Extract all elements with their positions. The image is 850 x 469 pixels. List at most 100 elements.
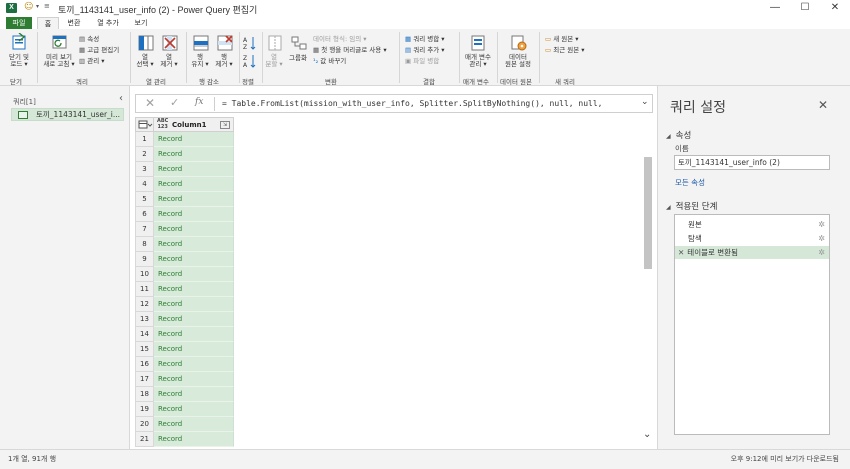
applied-step-selected[interactable]: ✕ 테이블로 변환됨 ✲ [675, 246, 829, 259]
all-properties-link[interactable]: 모든 속성 [675, 177, 705, 188]
gear-icon[interactable]: ✲ [818, 218, 825, 231]
row-number[interactable]: 7 [135, 222, 154, 237]
refresh-preview-button[interactable]: 미리 보기 새로 고침 ▾ [40, 54, 78, 68]
record-cell[interactable]: Record [154, 417, 234, 432]
minimize-button[interactable]: — [760, 0, 790, 16]
tab-file[interactable]: 파일 [6, 17, 32, 29]
scroll-down-icon[interactable]: ⌄ [643, 429, 651, 440]
row-number[interactable]: 21 [135, 432, 154, 447]
gear-icon[interactable]: ✲ [818, 232, 825, 245]
row-number[interactable]: 18 [135, 387, 154, 402]
cancel-formula-icon[interactable]: ✕ [145, 96, 155, 110]
row-number[interactable]: 10 [135, 267, 154, 282]
commit-formula-icon[interactable]: ✓ [170, 96, 179, 109]
fx-icon[interactable]: fx [195, 97, 203, 107]
close-settings-icon[interactable]: ✕ [818, 98, 828, 112]
advanced-editor-button[interactable]: ▦ 고급 편집기 [79, 46, 119, 54]
group-by-button[interactable]: 그룹화 [286, 55, 310, 62]
column-header[interactable]: ABC 123 Column1 ⇲ [154, 117, 234, 132]
remove-rows-button[interactable]: 행 제거 ▾ [212, 54, 236, 68]
record-cell[interactable]: Record [154, 357, 234, 372]
tab-view[interactable]: 보기 [130, 17, 152, 29]
applied-steps-section-header[interactable]: ◢ 적용된 단계 [666, 200, 717, 212]
record-cell[interactable]: Record [154, 312, 234, 327]
close-button[interactable]: ✕ [820, 0, 850, 16]
row-number[interactable]: 1 [135, 132, 154, 147]
query-name-input[interactable]: 토끼_1143141_user_info (2) [674, 155, 830, 170]
row-number[interactable]: 15 [135, 342, 154, 357]
record-cell[interactable]: Record [154, 132, 234, 147]
data-source-settings-button[interactable]: 데이터 원본 설정 [500, 54, 536, 68]
record-cell[interactable]: Record [154, 282, 234, 297]
expand-column-icon[interactable]: ⇲ [220, 121, 230, 129]
dropdown-arrow-icon[interactable]: ▾ [36, 3, 39, 10]
append-queries-button[interactable]: ▤ 쿼리 추가 ▾ [405, 46, 445, 54]
tab-add-column[interactable]: 열 추가 [92, 17, 124, 29]
query-list-item[interactable]: 토끼_1143141_user_i... [11, 108, 124, 121]
vertical-scrollbar[interactable]: ⌄ [641, 117, 655, 447]
record-cell[interactable]: Record [154, 207, 234, 222]
record-cell[interactable]: Record [154, 372, 234, 387]
record-cell[interactable]: Record [154, 252, 234, 267]
row-number[interactable]: 3 [135, 162, 154, 177]
formula-input[interactable]: = Table.FromList(mission_with_user_info,… [222, 99, 603, 108]
recent-sources-button[interactable]: ▭ 최근 원본 ▾ [545, 46, 585, 54]
row-number[interactable]: 20 [135, 417, 154, 432]
customize-icon[interactable]: ≡ [44, 2, 50, 10]
row-number[interactable]: 8 [135, 237, 154, 252]
row-number[interactable]: 6 [135, 207, 154, 222]
record-cell[interactable]: Record [154, 387, 234, 402]
close-and-load-button[interactable]: 닫기 및 로드 ▾ [4, 54, 34, 68]
keep-rows-button[interactable]: 행 유지 ▾ [188, 54, 212, 68]
merge-queries-button[interactable]: ▦ 쿼리 병합 ▾ [405, 35, 445, 43]
record-cell[interactable]: Record [154, 327, 234, 342]
delete-step-icon[interactable]: ✕ [678, 248, 684, 257]
manage-parameters-button[interactable]: 매개 변수 관리 ▾ [462, 54, 494, 68]
gear-icon[interactable]: ✲ [818, 246, 825, 259]
remove-columns-button[interactable]: 열 제거 ▾ [158, 54, 180, 68]
properties-button[interactable]: ▤ 속성 [79, 35, 99, 43]
row-number[interactable]: 13 [135, 312, 154, 327]
table-menu-button[interactable] [135, 117, 154, 132]
scrollbar-thumb[interactable] [644, 157, 652, 269]
row-number[interactable]: 17 [135, 372, 154, 387]
row-number[interactable]: 19 [135, 402, 154, 417]
choose-columns-button[interactable]: 열 선택 ▾ [134, 54, 156, 68]
record-cell[interactable]: Record [154, 237, 234, 252]
applied-step[interactable]: 탐색 ✲ [675, 232, 829, 245]
record-cell[interactable]: Record [154, 342, 234, 357]
row-number[interactable]: 11 [135, 282, 154, 297]
tab-home[interactable]: 홈 [37, 17, 59, 29]
record-cell[interactable]: Record [154, 432, 234, 447]
record-cell[interactable]: Record [154, 162, 234, 177]
row-number[interactable]: 12 [135, 297, 154, 312]
applied-step[interactable]: 원본 ✲ [675, 218, 829, 231]
record-cell[interactable]: Record [154, 177, 234, 192]
use-first-row-headers-button[interactable]: ▦ 첫 행을 머리글로 사용 ▾ [313, 46, 387, 54]
new-source-button[interactable]: ▭ 새 원본 ▾ [545, 35, 579, 43]
collapse-pane-icon[interactable]: ‹ [119, 93, 123, 104]
record-cell[interactable]: Record [154, 267, 234, 282]
row-number[interactable]: 4 [135, 177, 154, 192]
record-cell[interactable]: Record [154, 402, 234, 417]
row-number[interactable]: 9 [135, 252, 154, 267]
record-cell[interactable]: Record [154, 297, 234, 312]
data-type-dropdown[interactable]: 데이터 형식: 임의 ▾ [313, 35, 367, 43]
replace-values-button[interactable]: ¹₂ 값 바꾸기 [313, 57, 346, 65]
row-number[interactable]: 5 [135, 192, 154, 207]
manage-button[interactable]: ▥ 관리 ▾ [79, 57, 105, 65]
row-number[interactable]: 16 [135, 357, 154, 372]
maximize-button[interactable]: ☐ [790, 0, 820, 16]
row-number[interactable]: 2 [135, 147, 154, 162]
row-number[interactable]: 14 [135, 327, 154, 342]
sort-ascending-icon[interactable]: A Z [243, 34, 257, 52]
tab-transform[interactable]: 변환 [63, 17, 85, 29]
record-cell[interactable]: Record [154, 222, 234, 237]
properties-section-header[interactable]: ◢ 속성 [666, 129, 691, 141]
combine-files-button[interactable]: ▣ 파일 병합 [405, 57, 439, 65]
split-column-button[interactable]: 열 분할 ▾ [263, 54, 285, 68]
smiley-icon[interactable]: ☺ [24, 2, 33, 12]
sort-descending-icon[interactable]: Z A [243, 53, 257, 69]
data-type-any-icon[interactable]: ABC 123 [157, 118, 168, 130]
record-cell[interactable]: Record [154, 192, 234, 207]
